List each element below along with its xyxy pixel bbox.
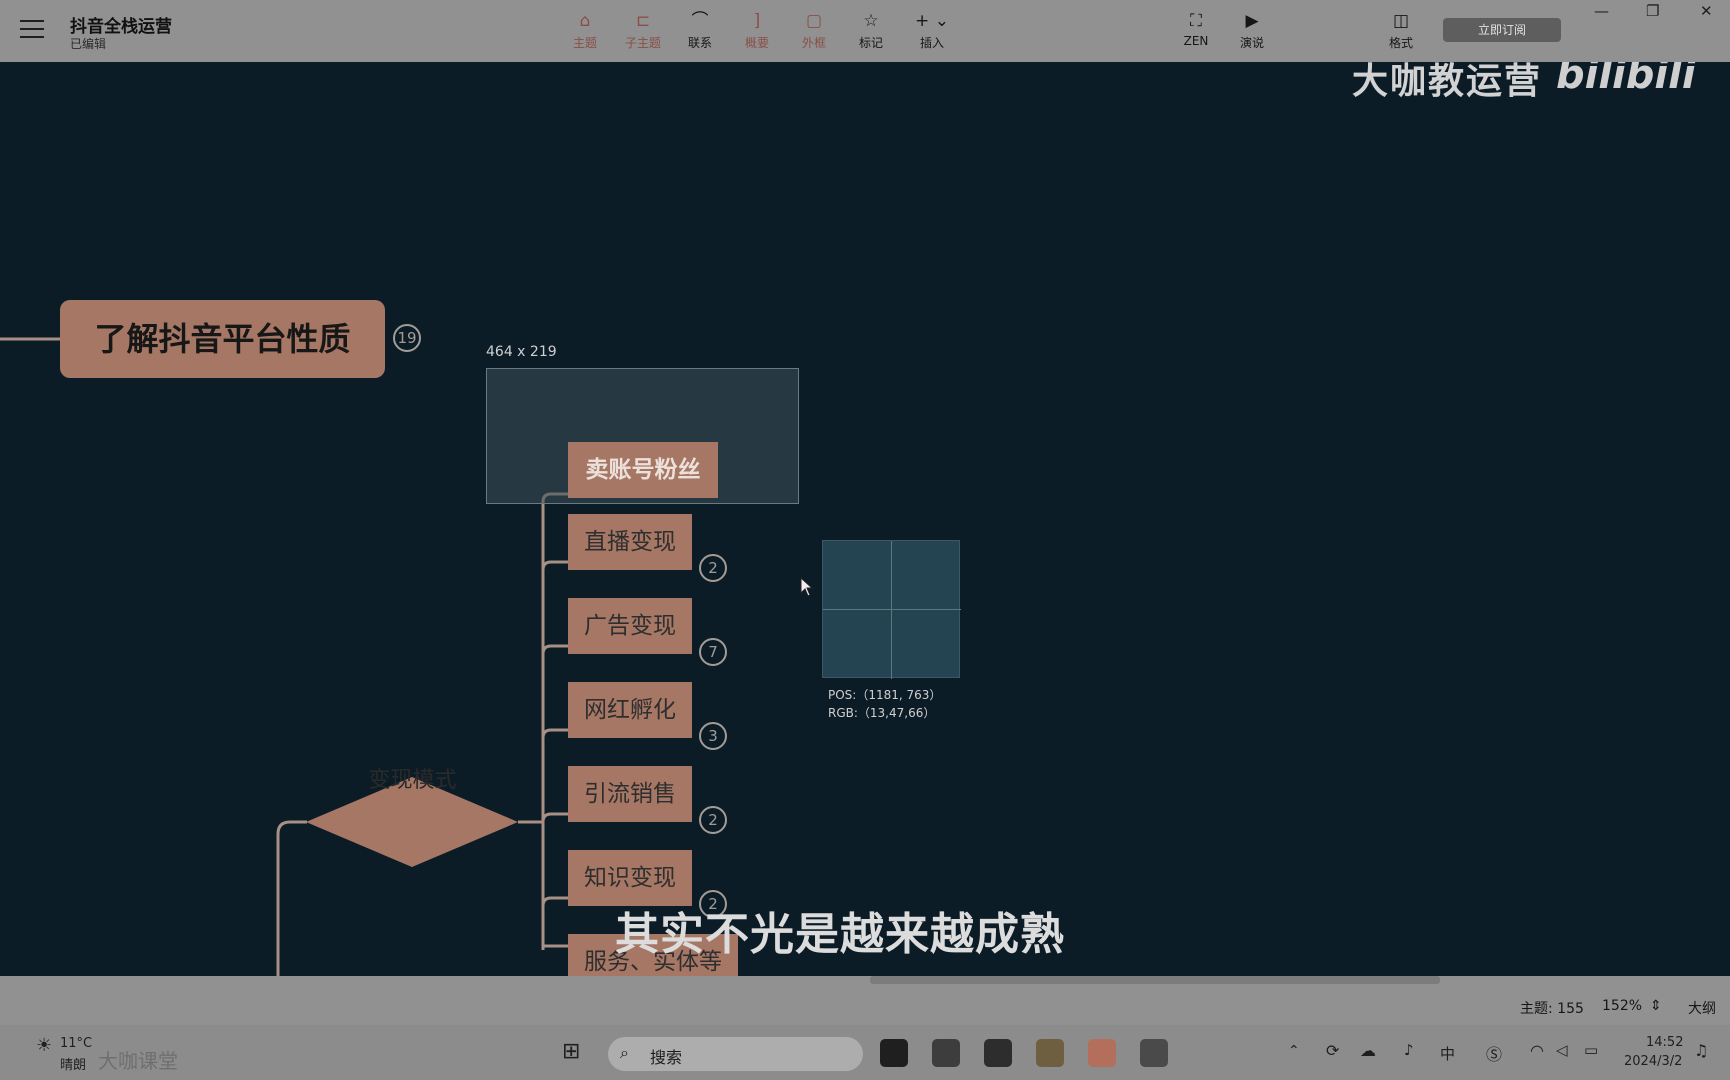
marker-label: 标记 [858,36,883,50]
chat-app-icon[interactable] [932,1039,960,1067]
tray-cloud-icon[interactable]: ☁ [1360,1041,1376,1060]
summary-button[interactable]: ] 概要 [728,10,786,51]
horizontal-scrollbar[interactable] [870,976,1440,984]
summary-icon: ] [753,11,761,31]
tray-sync-icon[interactable]: ⟳ [1326,1041,1339,1060]
weather-temperature: 11°C [60,1036,93,1051]
relationship-button[interactable]: ⌒ 联系 [671,10,729,51]
video-subtitle: 其实不光是越来越成熟 [615,909,1065,960]
root-topic[interactable]: 了解抖音平台性质 [60,300,385,378]
branch-node-traffic-sales[interactable]: 引流销售 [568,766,692,822]
outline-button[interactable]: 大纲 [1688,998,1716,1018]
weather-icon: ☀ [36,1035,53,1056]
branch-node-live[interactable]: 直播变现 [568,514,692,570]
topic-icon: ⌂ [579,11,591,31]
plus-icon: + ⌄ [915,11,949,31]
boundary-icon: ▢ [805,11,823,31]
zen-button[interactable]: ⛶ ZEN [1167,10,1225,48]
branch-node-ads[interactable]: 广告变现 [568,598,692,654]
summary-label: 概要 [744,36,769,50]
subtopic-button[interactable]: ⊏ 子主题 [614,10,672,51]
windows-taskbar: ☀ 11°C 晴朗 大咖课堂 ⊞ ⌕ 搜索 ⌃ ⟳ ☁ ♪ 中 Ⓢ ◠ ◁ ▭ … [0,1025,1730,1080]
close-icon[interactable]: ✕ [1700,2,1713,20]
cursor-color-readout: RGB:（13,47,66） [828,706,936,720]
hamburger-menu-icon[interactable] [20,20,44,40]
top-toolbar: 抖音全栈运营 已编辑 ⌂ 主题 ⊏ 子主题 ⌒ 联系 ] 概要 ▢ 外框 ☆ 标… [0,0,1730,62]
topic-label: 主题 [572,36,597,50]
minimize-icon[interactable]: — [1594,2,1609,20]
zen-label: ZEN [1183,34,1209,48]
clock-date[interactable]: 2024/3/2 [1624,1054,1682,1069]
branch-connectors [0,337,568,976]
clock-time[interactable]: 14:52 [1646,1035,1683,1050]
subtopic-label: 子主题 [624,36,661,50]
document-status: 已编辑 [70,37,107,51]
mouse-cursor-icon [800,577,814,597]
file-explorer-icon[interactable] [1036,1039,1064,1067]
xmind-app-icon[interactable] [1088,1039,1116,1067]
root-topic-count-badge[interactable]: 19 [393,324,421,352]
boundary-label: 外框 [801,36,826,50]
windows-start-icon[interactable]: ⊞ [562,1039,580,1064]
topic-button[interactable]: ⌂ 主题 [556,10,614,51]
insert-label: 插入 [919,36,944,50]
format-label: 格式 [1388,36,1413,50]
relationship-icon: ⌒ [691,11,709,31]
battery-icon[interactable]: ▭ [1584,1041,1598,1059]
marker-button[interactable]: ☆ 标记 [842,10,900,51]
present-button[interactable]: ▶ 演说 [1223,10,1281,51]
document-title: 抖音全栈运营 [70,17,172,37]
panel-icon: ◫ [1392,11,1410,31]
wifi-icon[interactable]: ◠ [1530,1041,1544,1060]
tray-microphone-icon[interactable]: ♪ [1404,1041,1414,1059]
volume-icon[interactable]: ◁ [1556,1041,1568,1059]
store-app-icon[interactable] [1140,1039,1168,1067]
search-icon: ⌕ [620,1043,629,1062]
tray-chevron-up-icon[interactable]: ⌃ [1288,1043,1300,1059]
branch-node-influencer[interactable]: 网红孵化 [568,682,692,738]
task-view-app-icon[interactable] [880,1039,908,1067]
search-placeholder: 搜索 [650,1048,683,1067]
branch-node-sell-account[interactable]: 卖账号粉丝 [568,442,718,498]
branch-node-influencer-count-badge[interactable]: 3 [699,722,727,750]
taskbar-search[interactable]: ⌕ 搜索 [608,1037,863,1071]
zoom-stepper-icon[interactable]: ⇕ [1650,998,1662,1014]
selection-size-label: 464 x 219 [486,344,557,360]
mindmap-canvas[interactable]: 大咖教运营 bilibili 了解抖音平台性质 19 464 x 219 卖账号… [0,62,1730,976]
branch-node-live-count-badge[interactable]: 2 [699,554,727,582]
notification-bell-icon[interactable]: ♫ [1694,1041,1708,1060]
tray-app-icon[interactable]: Ⓢ [1486,1041,1502,1065]
insert-button[interactable]: + ⌄ 插入 [903,10,961,51]
branch-node-ads-count-badge[interactable]: 7 [699,638,727,666]
diamond-node-label[interactable]: 变现模式 [310,762,515,794]
color-picker-readout: POS:（1181, 763） RGB:（13,47,66） [828,686,941,722]
edge-browser-icon[interactable] [984,1039,1012,1067]
star-icon: ☆ [863,11,879,31]
relationship-label: 联系 [687,36,712,50]
course-logo: 大咖课堂 [98,1049,178,1073]
zen-icon: ⛶ [1190,11,1202,31]
subscribe-button[interactable]: 立即订阅 [1443,18,1561,42]
present-label: 演说 [1239,36,1264,50]
branch-node-traffic-sales-count-badge[interactable]: 2 [699,806,727,834]
cursor-position-readout: POS:（1181, 763） [828,688,942,702]
play-icon: ▶ [1245,11,1259,31]
restore-icon[interactable]: ❐ [1646,2,1659,20]
boundary-button[interactable]: ▢ 外框 [785,10,843,51]
status-bar: 主题: 155 152% ⇕ 大纲 [0,976,1730,1025]
zoom-level[interactable]: 152% [1602,998,1642,1014]
weather-description: 晴朗 [60,1058,87,1073]
topic-count: 主题: 155 [1520,1001,1584,1017]
subtopic-icon: ⊏ [635,11,651,31]
input-method-indicator[interactable]: 中 [1440,1043,1455,1064]
color-picker-loupe [822,540,961,679]
format-button[interactable]: ◫ 格式 [1372,10,1430,51]
